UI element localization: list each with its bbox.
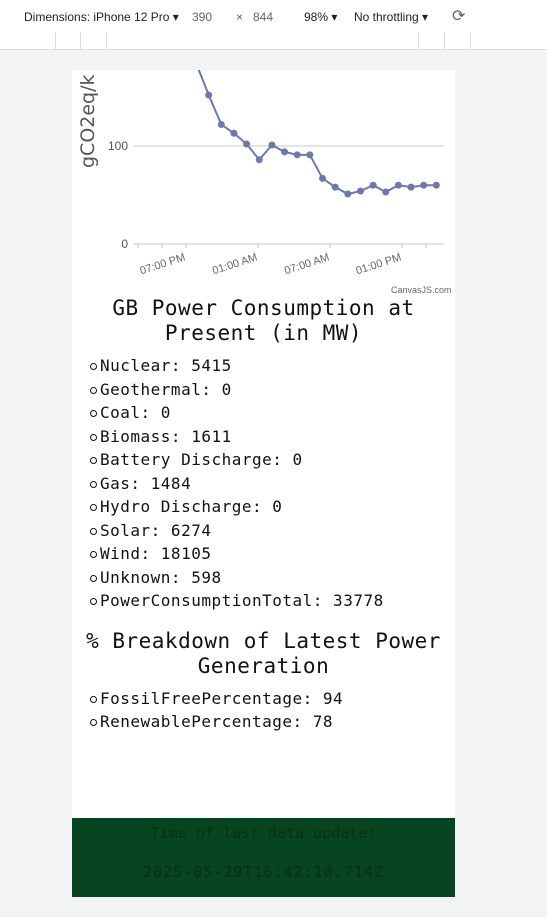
list-item: Hydro Discharge: 0 xyxy=(90,495,455,519)
rotate-icon[interactable]: ⟳ xyxy=(452,6,465,26)
consumption-list: Nuclear: 5415 Geothermal: 0 Coal: 0 Biom… xyxy=(72,354,455,613)
list-item: PowerConsumptionTotal: 33778 xyxy=(90,589,455,613)
height-input[interactable]: 844 xyxy=(253,10,273,24)
y-axis-label: gCO2eq/k xyxy=(77,74,99,168)
data-point xyxy=(356,187,364,195)
chart-credit[interactable]: CanvasJS.com xyxy=(391,285,452,295)
data-point xyxy=(420,181,428,189)
data-point xyxy=(230,129,238,137)
times-sign: × xyxy=(236,10,244,24)
data-point xyxy=(369,181,377,189)
data-point xyxy=(306,151,314,159)
list-item: Coal: 0 xyxy=(90,401,455,425)
list-item: FossilFreePercentage: 94 xyxy=(90,687,455,711)
devtools-device-toolbar: Dimensions: iPhone 12 Pro ▾ 390 × 844 98… xyxy=(0,0,547,33)
throttling-select[interactable]: No throttling ▾ xyxy=(354,10,428,24)
x-tick-label: 07:00 PM xyxy=(138,251,186,277)
device-dimensions-select[interactable]: Dimensions: iPhone 12 Pro ▾ xyxy=(24,10,179,24)
x-tick-label: 01:00 PM xyxy=(354,251,402,277)
x-tick-label: 07:00 AM xyxy=(283,251,331,277)
data-point xyxy=(243,140,251,148)
data-point xyxy=(293,151,301,159)
width-input[interactable]: 390 xyxy=(192,10,212,24)
page-content: GB Power Consumption at Present (in MW) … xyxy=(72,296,455,734)
breakdown-title: % Breakdown of Latest Power Generation xyxy=(86,628,441,678)
last-update-timestamp: 2025-05-29T16:42:10.714Z xyxy=(143,863,384,881)
list-item: RenewablePercentage: 78 xyxy=(90,710,455,734)
list-item: Geothermal: 0 xyxy=(90,378,455,402)
zoom-select[interactable]: 98% ▾ xyxy=(304,10,337,24)
data-point xyxy=(255,156,263,164)
data-point xyxy=(319,174,326,182)
data-point xyxy=(281,148,289,156)
list-item: Solar: 6274 xyxy=(90,519,455,543)
data-point xyxy=(382,188,390,196)
data-point xyxy=(268,141,276,149)
data-point xyxy=(217,120,225,128)
breakdown-list: FossilFreePercentage: 94 RenewablePercen… xyxy=(72,687,455,734)
list-item: Wind: 18105 xyxy=(90,542,455,566)
data-point xyxy=(205,91,213,99)
list-item: Nuclear: 5415 xyxy=(90,354,455,378)
data-point xyxy=(432,181,440,189)
data-point xyxy=(344,190,352,198)
data-point xyxy=(394,181,402,189)
list-item: Gas: 1484 xyxy=(90,472,455,496)
footer: Time of last data update: 2025-05-29T16:… xyxy=(72,818,455,897)
y-tick-label: 0 xyxy=(121,237,128,251)
media-query-ruler xyxy=(0,32,547,50)
last-update-label: Time of last data update: xyxy=(150,824,377,842)
data-point xyxy=(407,183,415,191)
carbon-intensity-chart: 0 100 gCO2eq/k 07:00 PM 01:00 AM 07:00 AM 01:0… xyxy=(77,70,444,277)
device-viewport: 0 100 gCO2eq/k 07:00 PM 01:00 AM 07:00 AM 01:0… xyxy=(72,70,455,897)
list-item: Unknown: 598 xyxy=(90,566,455,590)
y-tick-label: 100 xyxy=(108,139,128,153)
consumption-title: GB Power Consumption at Present (in MW) xyxy=(112,296,415,345)
list-item: Battery Discharge: 0 xyxy=(90,448,455,472)
x-tick-label: 01:00 AM xyxy=(211,251,259,277)
list-item: Biomass: 1611 xyxy=(90,425,455,449)
data-point xyxy=(331,183,339,191)
